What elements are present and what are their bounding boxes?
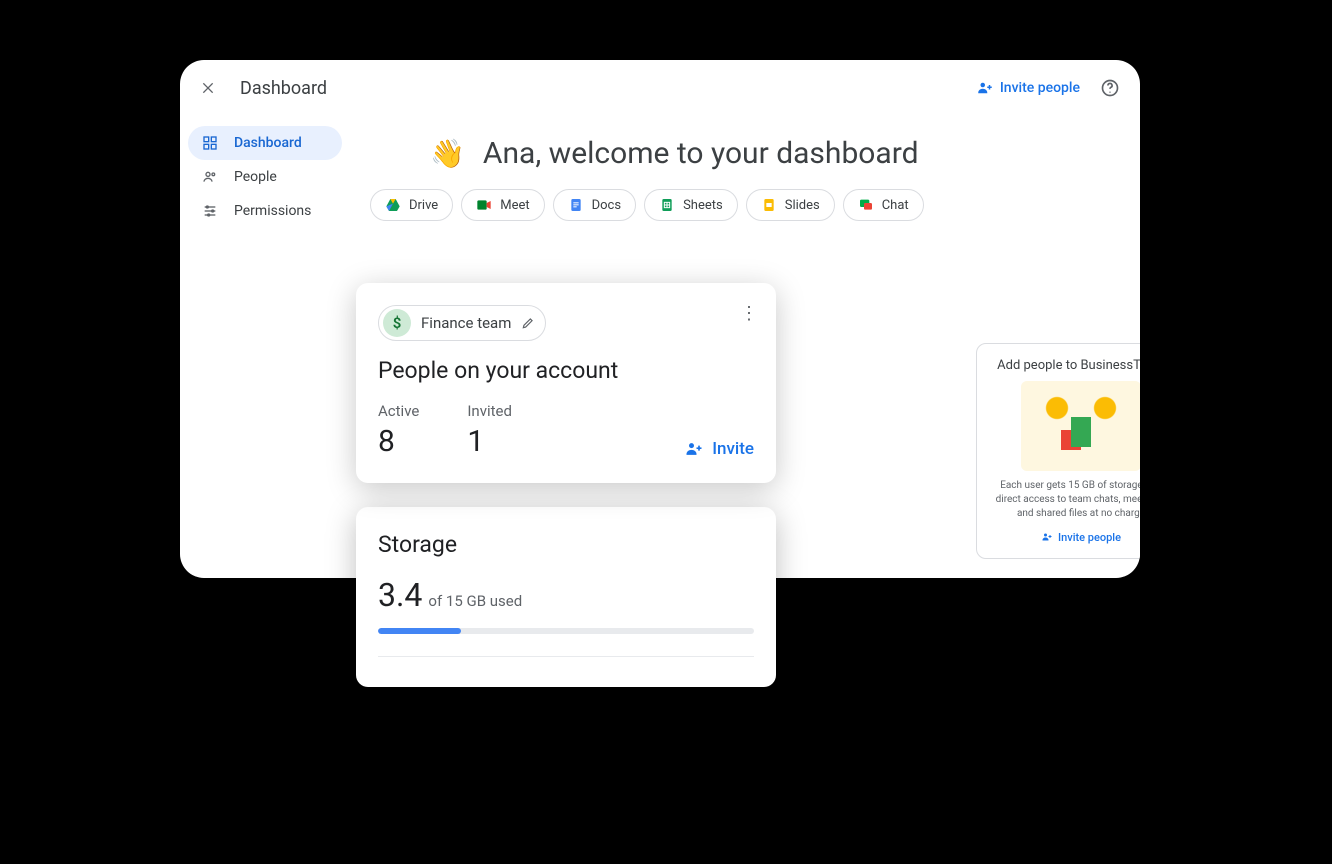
chip-docs[interactable]: Docs (553, 189, 636, 221)
storage-progress-fill (378, 628, 461, 634)
person-add-icon (976, 79, 994, 97)
meet-icon (476, 197, 492, 213)
help-icon[interactable] (1100, 78, 1120, 98)
sidebar-item-label: Permissions (234, 203, 311, 219)
permissions-icon (202, 203, 220, 219)
chip-chat[interactable]: Chat (843, 189, 924, 221)
close-icon[interactable] (200, 80, 224, 96)
chip-label: Meet (500, 198, 529, 213)
sidebar-item-people[interactable]: People (188, 160, 342, 194)
more-icon[interactable]: ⋮ (740, 303, 758, 324)
chip-meet[interactable]: Meet (461, 189, 544, 221)
sidebar-item-label: Dashboard (234, 135, 302, 151)
page-title: Dashboard (240, 78, 327, 99)
chip-label: Slides (785, 198, 820, 213)
main-content: 👋 Ana, welcome to your dashboard Drive M… (350, 116, 1140, 238)
chip-drive[interactable]: Drive (370, 189, 453, 221)
invited-value: 1 (467, 424, 512, 459)
add-card-invite-link[interactable]: Invite people (989, 531, 1140, 544)
chip-label: Drive (409, 198, 438, 213)
dollar-icon: $ (383, 309, 411, 337)
chip-label: Chat (882, 198, 909, 213)
add-card-desc: Each user gets 15 GB of storage and dire… (989, 479, 1140, 521)
sheets-icon (659, 197, 675, 213)
invite-button[interactable]: Invite (684, 439, 754, 459)
team-label: Finance team (421, 314, 511, 332)
person-add-icon (684, 439, 704, 459)
storage-used-value: 3.4 (378, 576, 422, 614)
active-count: Active 8 (378, 402, 419, 459)
app-chips: Drive Meet Docs Sheets Slides (370, 189, 1120, 221)
invite-people-link[interactable]: Invite people (976, 79, 1080, 97)
add-people-card: Add people to BusinessTyme Each user get… (976, 343, 1140, 559)
storage-card: Storage 3.4 of 15 GB used (356, 507, 776, 687)
sidebar: Dashboard People Permissions (180, 116, 350, 238)
slides-icon (761, 197, 777, 213)
pencil-icon[interactable] (521, 316, 535, 330)
people-card: $ Finance team ⋮ People on your account … (356, 283, 776, 483)
people-card-title: People on your account (378, 357, 754, 384)
team-chip[interactable]: $ Finance team (378, 305, 546, 341)
add-card-illustration (1021, 381, 1140, 471)
people-icon (202, 169, 220, 185)
divider (378, 656, 754, 657)
invite-people-label: Invite people (1000, 80, 1080, 96)
storage-used-suffix: of 15 GB used (428, 592, 522, 610)
chat-icon (858, 197, 874, 213)
drive-icon (385, 197, 401, 213)
invited-count: Invited 1 (467, 402, 512, 459)
welcome-heading: 👋 Ana, welcome to your dashboard (430, 136, 1120, 171)
sidebar-item-label: People (234, 169, 277, 185)
topbar: Dashboard Invite people (180, 60, 1140, 116)
sidebar-item-permissions[interactable]: Permissions (188, 194, 342, 228)
chip-label: Sheets (683, 198, 723, 213)
sidebar-item-dashboard[interactable]: Dashboard (188, 126, 342, 160)
person-add-icon (1041, 531, 1053, 544)
add-card-title: Add people to BusinessTyme (989, 358, 1140, 373)
storage-progress-bar (378, 628, 754, 634)
invite-button-label: Invite (712, 439, 754, 459)
add-card-link-label: Invite people (1058, 531, 1121, 544)
dashboard-icon (202, 135, 220, 151)
chip-sheets[interactable]: Sheets (644, 189, 738, 221)
active-value: 8 (378, 424, 419, 459)
chip-label: Docs (592, 198, 621, 213)
docs-icon (568, 197, 584, 213)
wave-icon: 👋 (430, 137, 465, 170)
active-label: Active (378, 402, 419, 420)
invited-label: Invited (467, 402, 512, 420)
storage-title: Storage (378, 531, 754, 558)
welcome-text: Ana, welcome to your dashboard (483, 136, 919, 171)
chip-slides[interactable]: Slides (746, 189, 835, 221)
